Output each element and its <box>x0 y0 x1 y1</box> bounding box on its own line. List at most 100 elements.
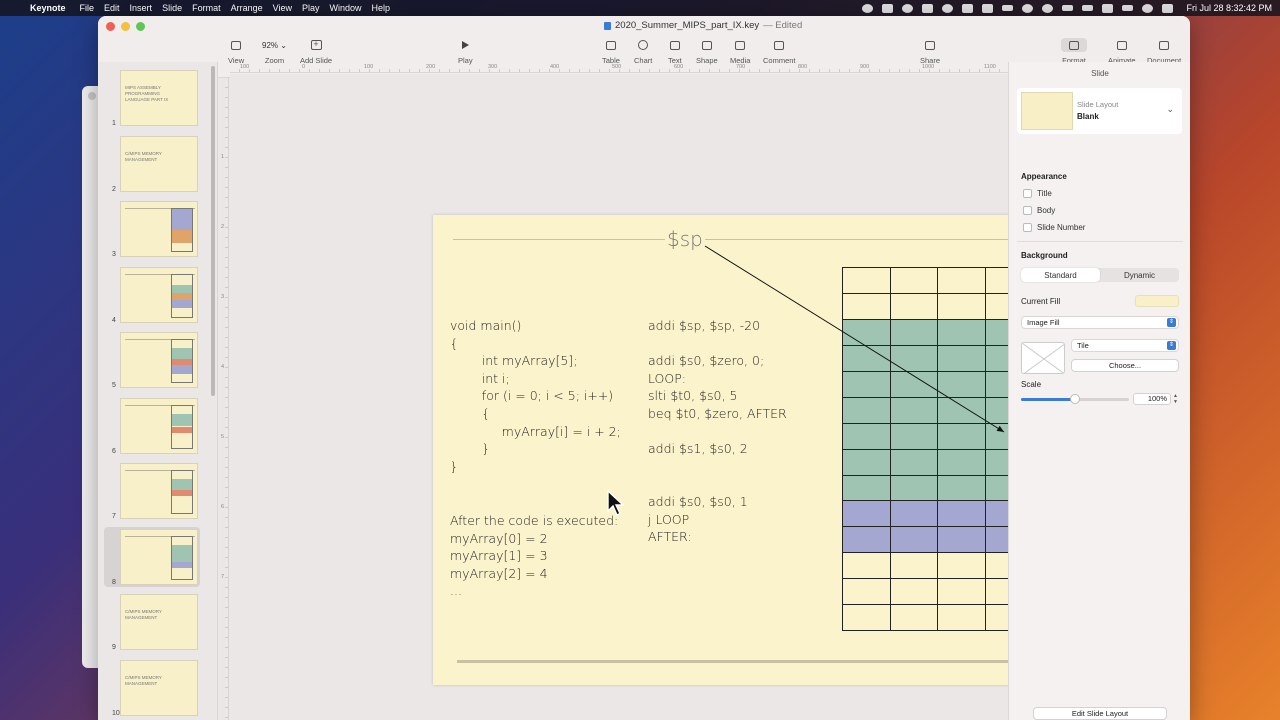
slide-thumbnail[interactable] <box>120 463 198 519</box>
menu-arrange[interactable]: Arrange <box>231 3 271 13</box>
view-button[interactable]: View <box>228 38 244 65</box>
record-icon[interactable] <box>862 3 874 13</box>
menu-edit[interactable]: Edit <box>104 3 128 13</box>
menubar-clock[interactable]: Fri Jul 28 8:32:42 PM <box>1186 3 1272 13</box>
slide-thumbnail-row[interactable]: 5 <box>98 330 210 390</box>
add-slide-button[interactable]: + Add Slide <box>300 38 332 66</box>
fill-type-select[interactable]: Image Fill ⇕ <box>1021 316 1179 329</box>
slide-thumbnail[interactable]: C/MIPS MEMORY MANAGEMENT <box>120 594 198 650</box>
ruler-tick-label: 5 <box>221 434 225 440</box>
slide-number: 10 <box>112 709 120 717</box>
title-checkbox-row[interactable]: Title <box>1023 189 1052 198</box>
slide-thumbnail-row[interactable]: 8 <box>104 526 200 587</box>
search-icon[interactable] <box>1142 3 1154 13</box>
vertical-ruler[interactable]: 1 2 3 4 5 6 7 <box>220 78 229 720</box>
menu-insert[interactable]: Insert <box>130 3 161 13</box>
control-center-icon[interactable] <box>1162 3 1174 13</box>
slide[interactable]: $sp void main() { int myArray[5]; int i;… <box>433 215 1059 685</box>
bluetooth-icon[interactable] <box>1082 5 1094 11</box>
play-circle-icon[interactable] <box>1022 3 1034 13</box>
document-tab[interactable]: Document <box>1147 38 1181 65</box>
menu-extra-icon[interactable] <box>922 3 934 13</box>
scale-slider-knob[interactable] <box>1070 394 1080 404</box>
slide-thumbnail[interactable]: C/MIPS MEMORY MANAGEMENT <box>120 135 198 192</box>
slide-thumbnail[interactable] <box>120 528 198 585</box>
slide-thumbnail-row[interactable]: C/MIPS MEMORY MANAGEMENT 10 <box>98 658 210 718</box>
slide-thumbnail-row[interactable]: 3 <box>98 199 210 259</box>
sync-icon[interactable] <box>902 3 914 13</box>
menu-window[interactable]: Window <box>330 3 370 13</box>
minimize-button[interactable] <box>121 22 130 31</box>
slide-layout-picker[interactable]: Slide Layout Blank ⌄ <box>1017 88 1182 134</box>
background-mode-control[interactable]: Standard Dynamic <box>1021 268 1179 282</box>
slide-thumbnail[interactable] <box>120 397 198 454</box>
slide-thumbnail[interactable]: MIPS ASSEMBLY PROGRAMMING LANGUAGE PART … <box>120 70 198 126</box>
share-button[interactable]: Share <box>920 38 940 65</box>
dropbox-icon[interactable] <box>882 3 894 13</box>
thumbnail-color-band <box>172 299 192 309</box>
share-icon <box>925 40 935 50</box>
horizontal-ruler[interactable]: 100 0 100 200 300 400 500 600 700 800 900 1000 1100 <box>230 63 1008 73</box>
navigator-scrollbar[interactable] <box>211 66 215 396</box>
body-checkbox[interactable] <box>1023 206 1032 215</box>
slide-number-checkbox[interactable] <box>1023 223 1032 232</box>
comment-button[interactable]: Comment <box>763 38 796 65</box>
window-button[interactable] <box>88 92 96 100</box>
app-extra-icon[interactable] <box>962 3 974 13</box>
slide-thumbnail[interactable]: C/MIPS MEMORY MANAGEMENT <box>120 659 198 716</box>
battery-icon[interactable] <box>1062 5 1074 11</box>
shape-button[interactable]: Shape <box>696 38 718 65</box>
animate-tab[interactable]: Animate <box>1108 38 1136 65</box>
slide-thumbnail-row[interactable]: 4 <box>98 265 210 325</box>
ruler-tick-label: 1 <box>221 154 225 160</box>
sp-pointer-arrow[interactable] <box>433 215 1059 685</box>
slide-thumbnail-row[interactable]: 6 <box>98 396 210 456</box>
edit-slide-layout-button[interactable]: Edit Slide Layout <box>1033 707 1167 720</box>
play-button[interactable]: Play <box>458 38 473 65</box>
dynamic-option[interactable]: Dynamic <box>1100 268 1179 282</box>
scale-stepper-icon[interactable]: ▲ ▼ <box>1172 393 1179 405</box>
close-button[interactable] <box>106 22 115 31</box>
slide-canvas[interactable]: $sp void main() { int myArray[5]; int i;… <box>230 74 1059 720</box>
menu-format[interactable]: Format <box>192 3 229 13</box>
slide-thumbnail[interactable] <box>120 201 198 257</box>
menu-keynote[interactable]: Keynote <box>30 3 74 13</box>
menu-view[interactable]: View <box>273 3 300 13</box>
format-tab[interactable]: Format <box>1061 38 1087 65</box>
current-fill-swatch[interactable] <box>1135 295 1179 307</box>
title-checkbox[interactable] <box>1023 189 1032 198</box>
wifi-icon[interactable] <box>1122 5 1134 11</box>
choose-image-button[interactable]: Choose... <box>1071 359 1179 372</box>
scale-value-field[interactable]: 100% <box>1133 393 1171 405</box>
airdrop-icon[interactable] <box>1102 3 1114 13</box>
slide-thumbnail[interactable] <box>120 266 198 323</box>
slide-thumbnail-row[interactable]: C/MIPS MEMORY MANAGEMENT 2 <box>98 134 210 194</box>
text-button[interactable]: Text <box>668 38 682 65</box>
slide-thumbnail[interactable] <box>120 332 198 388</box>
slide-thumbnail-row[interactable]: MIPS ASSEMBLY PROGRAMMING LANGUAGE PART … <box>98 68 210 128</box>
gamepad-icon[interactable] <box>982 3 994 13</box>
image-scale-mode-select[interactable]: Tile ⇕ <box>1071 339 1179 352</box>
menu-help[interactable]: Help <box>372 3 399 13</box>
slide-number-checkbox-row[interactable]: Slide Number <box>1023 223 1085 232</box>
zoom-button[interactable] <box>136 22 145 31</box>
creative-cloud-icon[interactable] <box>942 3 954 13</box>
clock-icon[interactable] <box>1042 3 1054 13</box>
scale-slider[interactable] <box>1021 394 1129 404</box>
slide-thumbnail-row[interactable]: C/MIPS MEMORY MANAGEMENT 9 <box>98 592 210 652</box>
zoom-dropdown[interactable]: 92% ⌄ Zoom <box>262 38 287 66</box>
ruler-tick-label: 2 <box>221 224 225 230</box>
slide-thumbnail-row[interactable]: 7 <box>98 461 210 521</box>
body-checkbox-row[interactable]: Body <box>1023 206 1055 215</box>
chart-button[interactable]: Chart <box>634 38 652 65</box>
table-button[interactable]: Table <box>602 38 620 65</box>
keyboard-icon[interactable] <box>1002 5 1014 11</box>
document-title[interactable]: 2020_Summer_MIPS_part_IX.key — Edited <box>604 20 802 31</box>
media-button[interactable]: Media <box>730 38 750 65</box>
image-well[interactable] <box>1021 342 1065 374</box>
standard-option[interactable]: Standard <box>1021 268 1100 282</box>
select-arrows-icon: ⇕ <box>1167 341 1176 350</box>
menu-file[interactable]: File <box>80 3 103 13</box>
menu-play[interactable]: Play <box>302 3 328 13</box>
menu-slide[interactable]: Slide <box>162 3 190 13</box>
